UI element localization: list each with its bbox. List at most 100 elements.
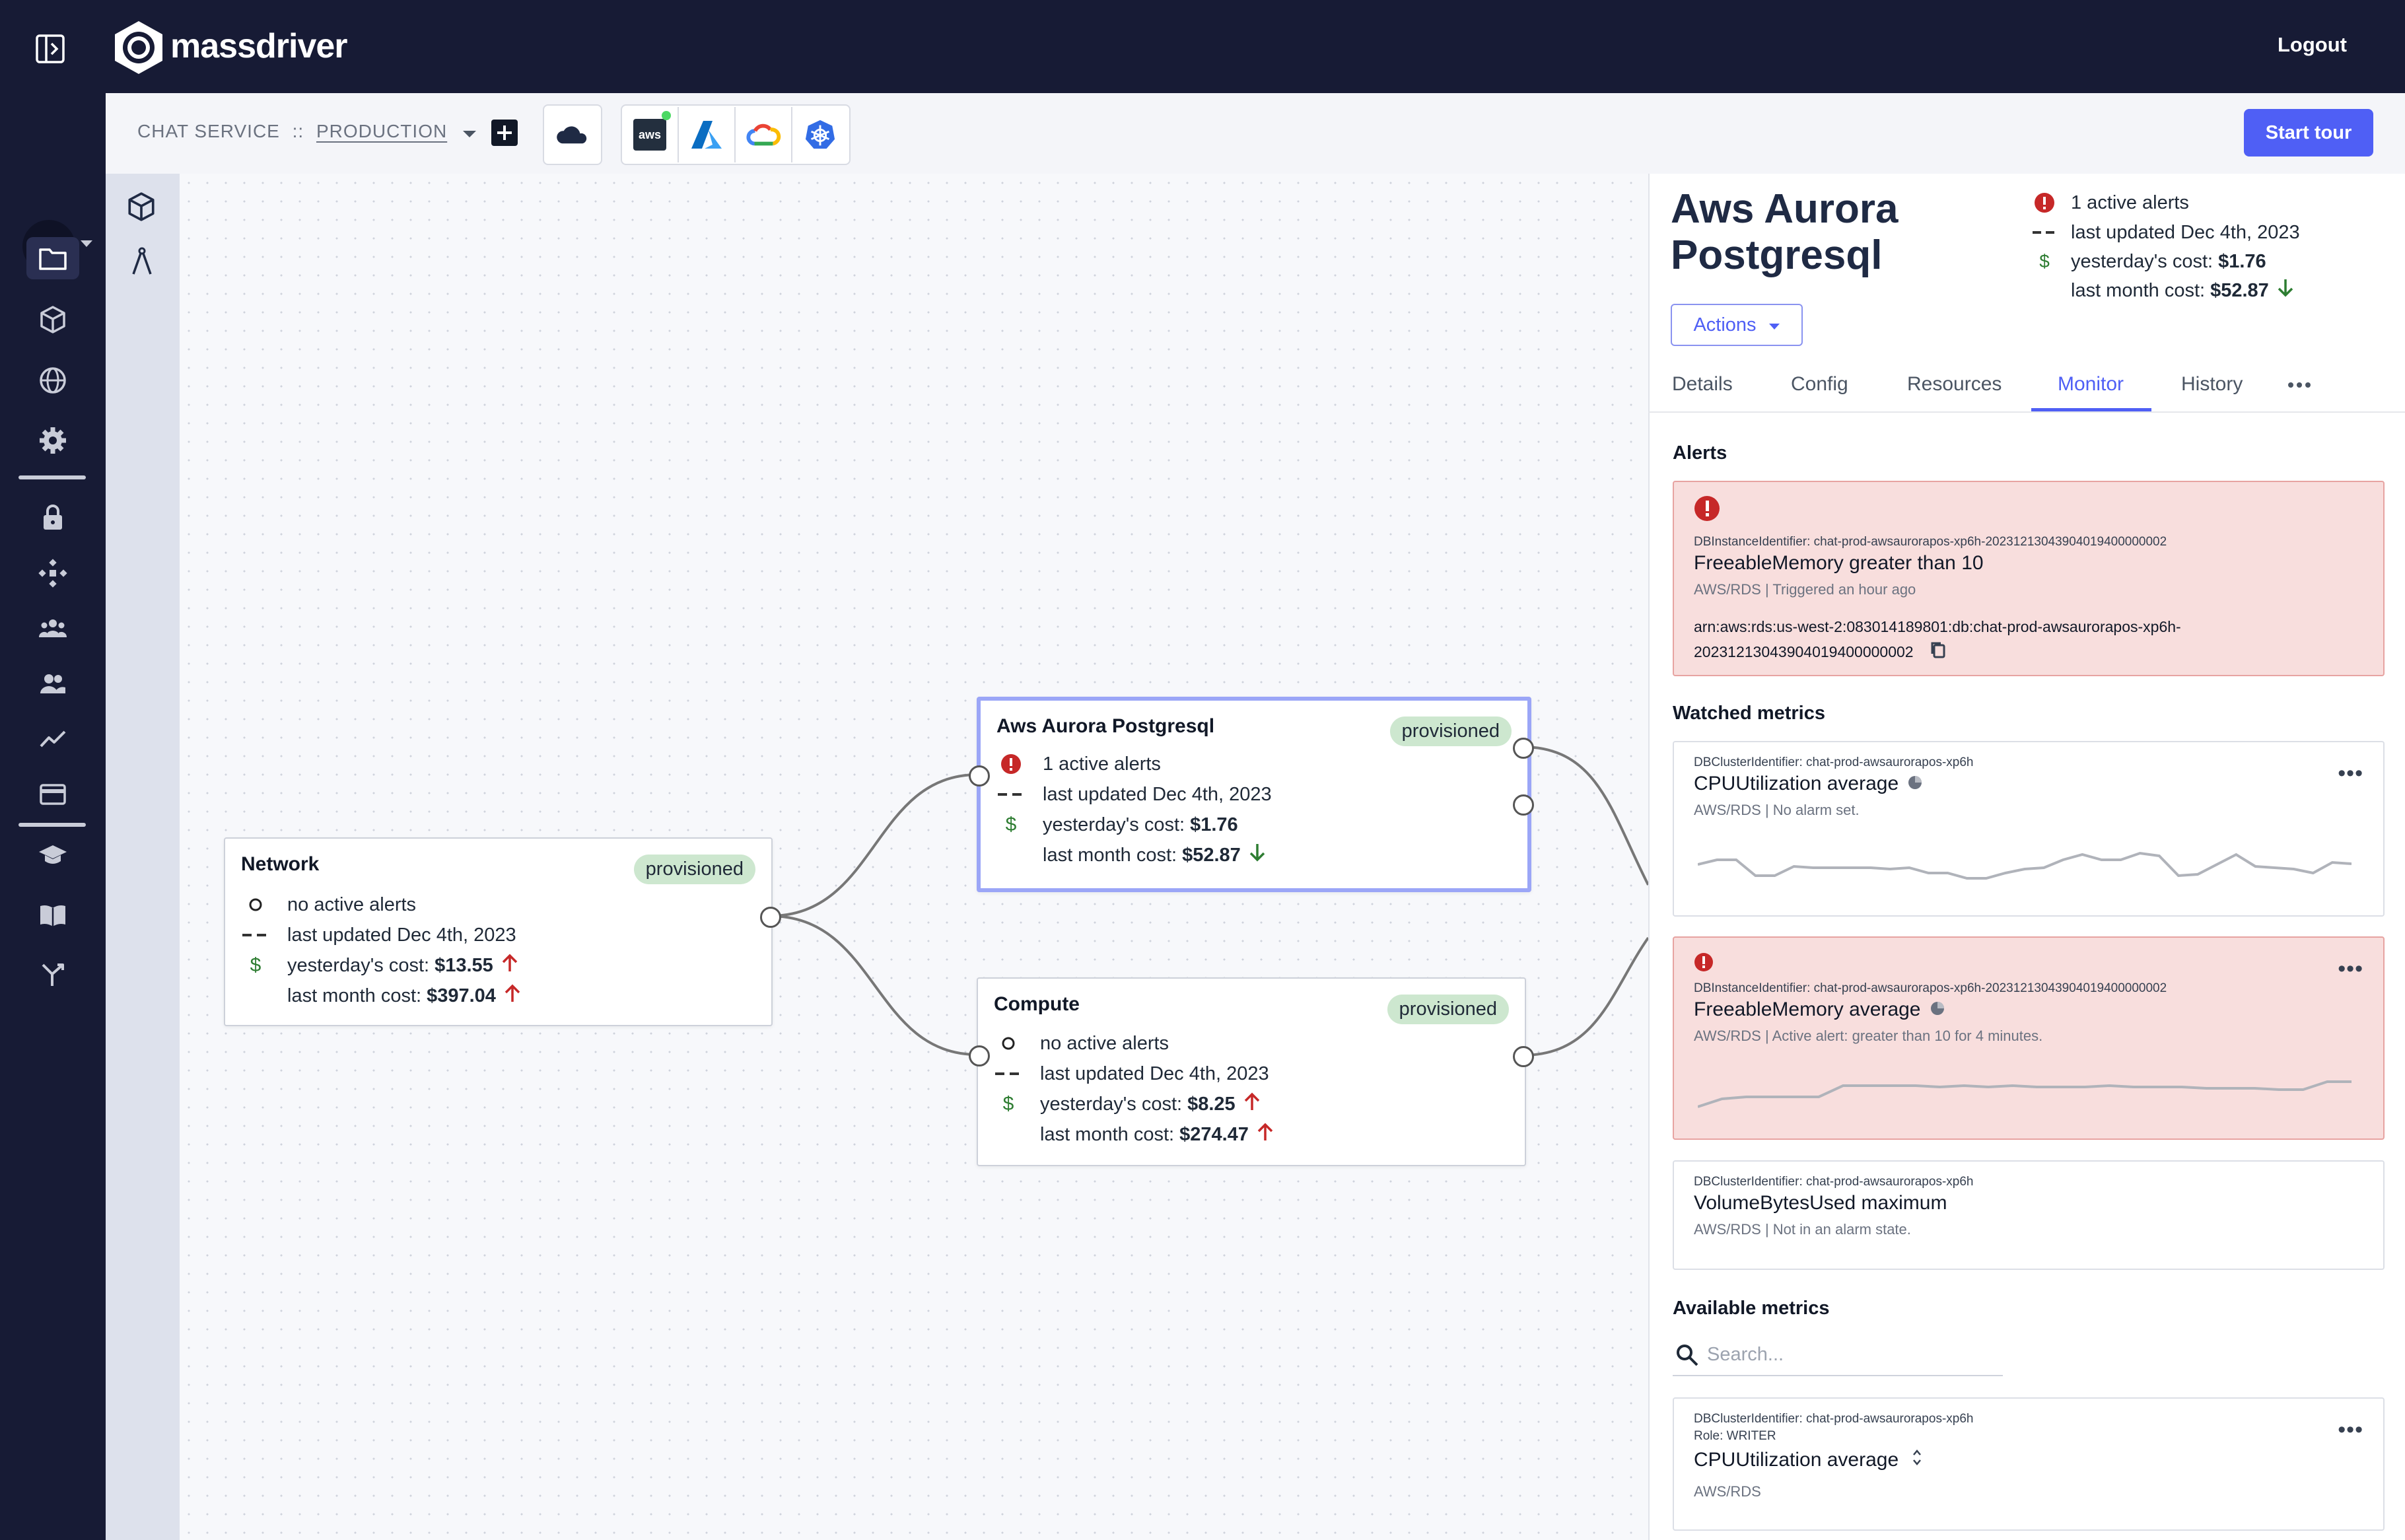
- info-dot-icon: [1930, 998, 1945, 1021]
- node-port[interactable]: [969, 1045, 990, 1067]
- metric-menu-icon[interactable]: •••: [2338, 956, 2363, 982]
- node-compute[interactable]: Compute provisioned no active alerts las…: [977, 977, 1526, 1166]
- node-title: Compute: [994, 993, 1080, 1015]
- metric-name-text: CPUUtilization average: [1694, 773, 1899, 794]
- alert-error-icon: [1694, 952, 1714, 975]
- no-alerts-circle-icon: [241, 892, 270, 918]
- actions-label: Actions: [1693, 314, 1757, 335]
- alert-error-icon: [996, 751, 1026, 777]
- watched-metric-card[interactable]: DBClusterIdentifier: chat-prod-awsaurora…: [1673, 1160, 2385, 1270]
- panel-updated-text: last updated Dec 4th, 2023: [2071, 221, 2300, 243]
- dollar-icon: $: [1005, 814, 1017, 835]
- node-port[interactable]: [760, 907, 781, 928]
- yesterday-cost-row: $ yesterday's cost: $1.76: [996, 812, 1238, 838]
- watched-metric-card[interactable]: DBClusterIdentifier: chat-prod-awsaurora…: [1673, 741, 2385, 917]
- updated-text: last updated Dec 4th, 2023: [287, 924, 516, 946]
- panel-updated-row: last updated Dec 4th, 2023: [2031, 219, 2300, 246]
- alert-identifier: DBInstanceIdentifier: chat-prod-awsauror…: [1694, 535, 2167, 549]
- tab-history[interactable]: History: [2181, 373, 2243, 396]
- alert-source: AWS/RDS | Triggered an hour ago: [1694, 581, 1916, 598]
- node-title: Network: [241, 853, 320, 875]
- dash-icon: [996, 781, 1026, 808]
- node-port[interactable]: [1513, 1046, 1534, 1067]
- metric-source: AWS/RDS | No alarm set.: [1694, 802, 1860, 818]
- yesterday-cost-label: yesterday's cost:: [1043, 814, 1185, 835]
- alert-name: FreeableMemory greater than 10: [1694, 552, 1984, 574]
- sparkline-series: [1698, 851, 2352, 880]
- active-tab-indicator: [2031, 408, 2151, 411]
- sort-toggle-icon[interactable]: [1912, 1449, 1922, 1471]
- search-icon: [1675, 1343, 1699, 1370]
- alert-card[interactable]: DBInstanceIdentifier: chat-prod-awsauror…: [1673, 481, 2385, 676]
- month-cost-row: last month cost: $52.87: [996, 842, 1266, 868]
- metric-sparkline: [1698, 1080, 2352, 1108]
- more-tabs-icon[interactable]: [2287, 380, 2311, 388]
- month-cost-value: $52.87: [1182, 844, 1241, 866]
- info-dot-icon: [1908, 773, 1922, 795]
- dollar-icon: $: [250, 954, 261, 976]
- yesterday-cost-value: $13.55: [435, 954, 493, 976]
- dollar-icon: $: [2039, 251, 2050, 271]
- tab-monitor[interactable]: Monitor: [2058, 373, 2124, 396]
- alert-arn-line2-text: 20231213043904019400000002: [1694, 643, 1914, 660]
- node-port[interactable]: [1513, 794, 1534, 816]
- metric-name-text: FreeableMemory average: [1694, 998, 1921, 1020]
- tab-config[interactable]: Config: [1791, 373, 1848, 396]
- month-cost-label: last month cost:: [1040, 1123, 1175, 1145]
- month-cost-row: last month cost: $397.04: [241, 983, 521, 1009]
- copy-icon[interactable]: [1930, 641, 1947, 663]
- month-cost-label: last month cost:: [1043, 844, 1177, 866]
- alerts-row: no active alerts: [241, 892, 416, 918]
- alerts-row: no active alerts: [994, 1030, 1169, 1057]
- month-cost-value: $397.04: [427, 985, 496, 1006]
- arrow-up-icon: [1257, 1122, 1274, 1147]
- updated-text: last updated Dec 4th, 2023: [1040, 1063, 1269, 1084]
- available-metrics-heading: Available metrics: [1673, 1298, 1830, 1319]
- metric-sparkline: [1698, 851, 2352, 880]
- available-metric-card[interactable]: DBClusterIdentifier: chat-prod-awsaurora…: [1673, 1397, 2385, 1531]
- status-badge: provisioned: [633, 855, 755, 884]
- metric-menu-icon[interactable]: •••: [2338, 1417, 2363, 1443]
- watched-metric-card-alarm[interactable]: DBInstanceIdentifier: chat-prod-awsauror…: [1673, 936, 2385, 1140]
- dash-icon: [2031, 230, 2058, 235]
- status-badge: provisioned: [1387, 995, 1509, 1024]
- updated-text: last updated Dec 4th, 2023: [1043, 783, 1272, 805]
- panel-month-value: $52.87: [2210, 279, 2269, 301]
- arrow-up-icon: [504, 983, 521, 1008]
- yesterday-cost-value: $8.25: [1187, 1093, 1236, 1115]
- node-network[interactable]: Network provisioned no active alerts las…: [224, 837, 773, 1026]
- node-port[interactable]: [969, 765, 990, 787]
- metric-source: AWS/RDS | Not in an alarm state.: [1694, 1221, 1911, 1238]
- arrow-down-icon: [2277, 278, 2294, 303]
- alert-arn-line1: arn:aws:rds:us-west-2:083014189801:db:ch…: [1694, 618, 2181, 635]
- metric-identifier: DBClusterIdentifier: chat-prod-awsaurora…: [1694, 1412, 1974, 1426]
- sparkline-series: [1698, 1080, 2352, 1108]
- alerts-row: 1 active alerts: [996, 751, 1161, 777]
- tab-details[interactable]: Details: [1672, 373, 1733, 396]
- arrow-down-icon: [1249, 843, 1266, 868]
- panel-yesterday-cost-row: $ yesterday's cost: $1.76: [2031, 248, 2266, 275]
- no-alerts-circle-icon: [994, 1030, 1023, 1057]
- chevron-down-icon: [1768, 314, 1780, 336]
- metric-identifier: DBClusterIdentifier: chat-prod-awsaurora…: [1694, 1175, 1974, 1189]
- node-port[interactable]: [1513, 738, 1534, 759]
- metric-name: FreeableMemory average: [1694, 998, 1945, 1021]
- node-aws-aurora-postgresql[interactable]: Aws Aurora Postgresql provisioned 1 acti…: [977, 697, 1531, 892]
- panel-month-cost-row: last month cost: $52.87: [2031, 277, 2294, 304]
- panel-alerts-text: 1 active alerts: [2071, 192, 2189, 213]
- tab-resources[interactable]: Resources: [1907, 373, 2002, 396]
- dash-icon: [241, 922, 270, 948]
- search-input[interactable]: [1706, 1342, 1992, 1367]
- metric-menu-icon[interactable]: •••: [2338, 761, 2363, 787]
- metric-search: [1673, 1334, 2003, 1376]
- alerts-text: no active alerts: [287, 893, 417, 915]
- alert-error-icon: [1694, 495, 1720, 525]
- actions-dropdown[interactable]: Actions: [1671, 304, 1803, 346]
- watched-metrics-heading: Watched metrics: [1673, 703, 1825, 724]
- metric-identifier: DBClusterIdentifier: chat-prod-awsaurora…: [1694, 755, 1974, 769]
- dash-icon: [994, 1061, 1023, 1087]
- tabs-divider: [1648, 411, 2405, 413]
- yesterday-cost-label: yesterday's cost:: [1040, 1093, 1183, 1115]
- panel-alerts-row: 1 active alerts: [2031, 190, 2189, 216]
- panel-title: Aws Aurora Postgresql: [1671, 186, 1899, 278]
